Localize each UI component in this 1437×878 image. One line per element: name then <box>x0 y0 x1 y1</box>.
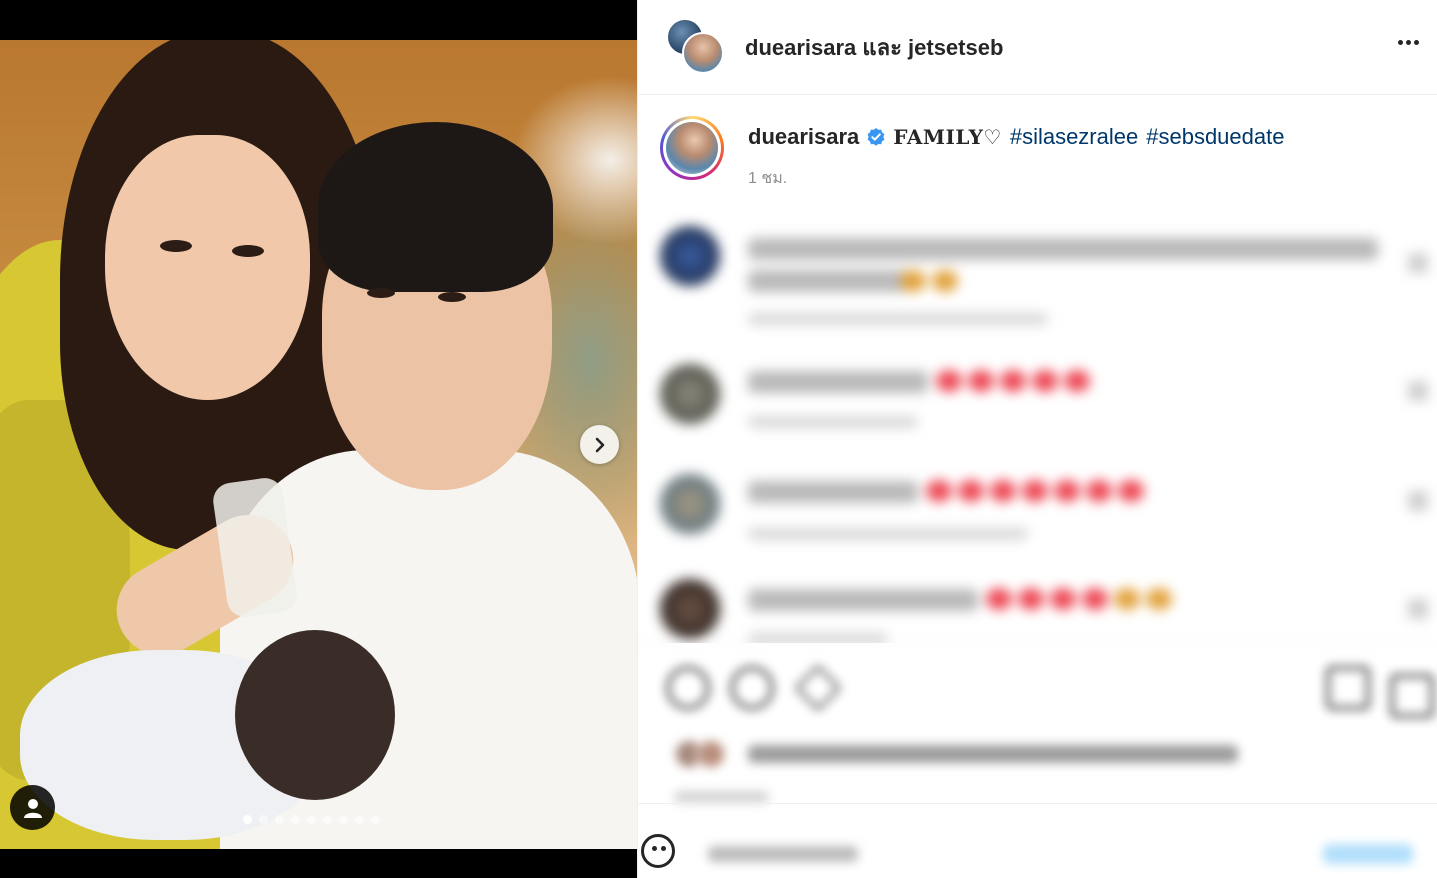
comment-text-redacted <box>748 371 928 393</box>
post-detail-panel: duearisara และ jetsetseb duearisara FAMI… <box>637 0 1437 878</box>
emoji-row <box>936 370 1090 392</box>
comment-item <box>638 218 1437 325</box>
more-horizontal-icon <box>1397 39 1403 45</box>
likes-summary-redacted[interactable] <box>674 739 1238 769</box>
caption-text: FAMILY♡ <box>893 125 1002 149</box>
emoji-row <box>900 270 958 292</box>
avatar[interactable] <box>660 226 720 286</box>
carousel-dot <box>371 815 380 824</box>
comment-meta-redacted <box>748 416 918 428</box>
comments-list <box>638 206 1437 643</box>
carousel-dot <box>259 815 268 824</box>
emoji-row <box>926 480 1144 502</box>
carousel-dot <box>291 815 300 824</box>
photo-region-face <box>105 135 310 400</box>
comment-like-icon[interactable] <box>1408 253 1428 273</box>
comment-like-icon[interactable] <box>1408 381 1428 401</box>
carousel-indicator <box>243 815 380 824</box>
carousel-dot <box>275 815 284 824</box>
caption-username-link[interactable]: duearisara <box>748 124 859 150</box>
post-header: duearisara และ jetsetseb <box>638 0 1437 95</box>
comment-item <box>638 466 1437 566</box>
comment-item <box>638 356 1437 456</box>
avatar[interactable] <box>682 32 724 74</box>
comment-bubble-icon[interactable] <box>730 666 774 710</box>
photo-region-baby-head <box>235 630 395 800</box>
more-horizontal-icon <box>1413 39 1419 45</box>
comment-text-redacted <box>748 481 918 503</box>
carousel-dot <box>355 815 364 824</box>
verified-badge-icon <box>867 128 885 146</box>
like-heart-icon[interactable] <box>666 666 710 710</box>
photo-region-eye <box>232 245 264 257</box>
collab-avatars[interactable] <box>666 18 724 74</box>
likes-text-redacted <box>748 745 1238 763</box>
post-timestamp[interactable]: 1 ชม. <box>748 166 787 191</box>
post-photo[interactable] <box>0 40 637 849</box>
carousel-dot <box>339 815 348 824</box>
post-authors: duearisara และ jetsetseb <box>745 30 1003 65</box>
avatar[interactable] <box>660 579 720 639</box>
hashtag-link[interactable]: #silasezralee <box>1010 124 1138 150</box>
comment-meta-redacted <box>748 633 888 643</box>
avatar-frame <box>663 119 721 177</box>
download-icon[interactable] <box>1390 674 1434 718</box>
photo-region-hair <box>318 122 553 292</box>
more-horizontal-icon <box>1405 39 1411 45</box>
carousel-dot <box>307 815 316 824</box>
comment-like-icon[interactable] <box>1408 491 1428 511</box>
carousel-dot <box>243 815 252 824</box>
photo-region-eye <box>160 240 192 252</box>
post-caption: duearisara FAMILY♡ #silasezralee #sebsdu… <box>638 96 1437 206</box>
post-media <box>0 0 637 878</box>
comment-like-icon[interactable] <box>1408 599 1428 619</box>
emoji-row <box>986 588 1172 610</box>
user-icon <box>23 798 42 818</box>
author-username-link[interactable]: duearisara <box>745 35 856 60</box>
chevron-right-icon <box>595 437 604 452</box>
save-bookmark-icon[interactable] <box>1326 666 1370 710</box>
avatar <box>696 739 726 769</box>
share-paper-plane-icon[interactable] <box>794 664 842 712</box>
post-actions <box>638 643 1437 803</box>
avatar <box>666 122 718 174</box>
add-comment-bar <box>638 803 1437 878</box>
author-username-link[interactable]: jetsetseb <box>908 35 1003 60</box>
post-date-redacted <box>674 791 769 803</box>
author-connector: และ <box>862 35 909 60</box>
comment-text-redacted <box>748 238 1378 260</box>
comment-input-redacted[interactable] <box>708 846 858 862</box>
emoji-picker-icon[interactable] <box>641 834 675 868</box>
comment-item <box>638 571 1437 643</box>
photo-region-eye <box>438 292 466 302</box>
avatar[interactable] <box>660 474 720 534</box>
next-slide-button[interactable] <box>580 425 619 464</box>
comment-meta-redacted <box>748 313 1048 325</box>
caption-line: duearisara FAMILY♡ #silasezralee #sebsdu… <box>748 124 1292 150</box>
carousel-dot <box>323 815 332 824</box>
comment-meta-redacted <box>748 528 1028 540</box>
comment-text-redacted <box>748 270 908 292</box>
avatar[interactable] <box>660 364 720 424</box>
tagged-users-button[interactable] <box>10 785 55 830</box>
hashtag-link[interactable]: #sebsduedate <box>1146 124 1284 150</box>
photo-region-eye <box>367 288 395 298</box>
post-comment-button-redacted[interactable] <box>1323 844 1413 864</box>
more-options-button[interactable] <box>1393 30 1423 54</box>
comment-text-redacted <box>748 589 978 611</box>
story-ring-avatar[interactable] <box>660 116 724 180</box>
